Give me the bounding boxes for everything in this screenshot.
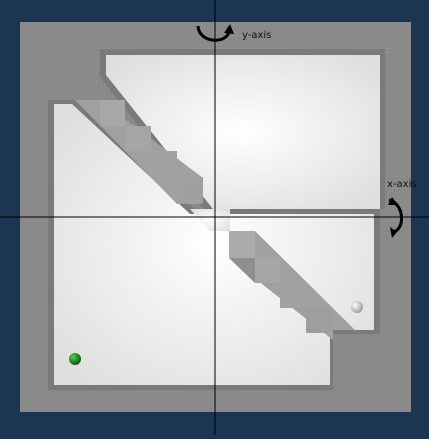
- y-axis-label: y-axis: [242, 30, 272, 41]
- x-axis-label: x-axis: [387, 179, 417, 190]
- tilt-maze-scene: y-axis x-axis: [0, 0, 429, 435]
- green-ball[interactable]: [69, 353, 81, 365]
- white-ball[interactable]: [351, 301, 363, 313]
- maze-canvas: [0, 0, 429, 435]
